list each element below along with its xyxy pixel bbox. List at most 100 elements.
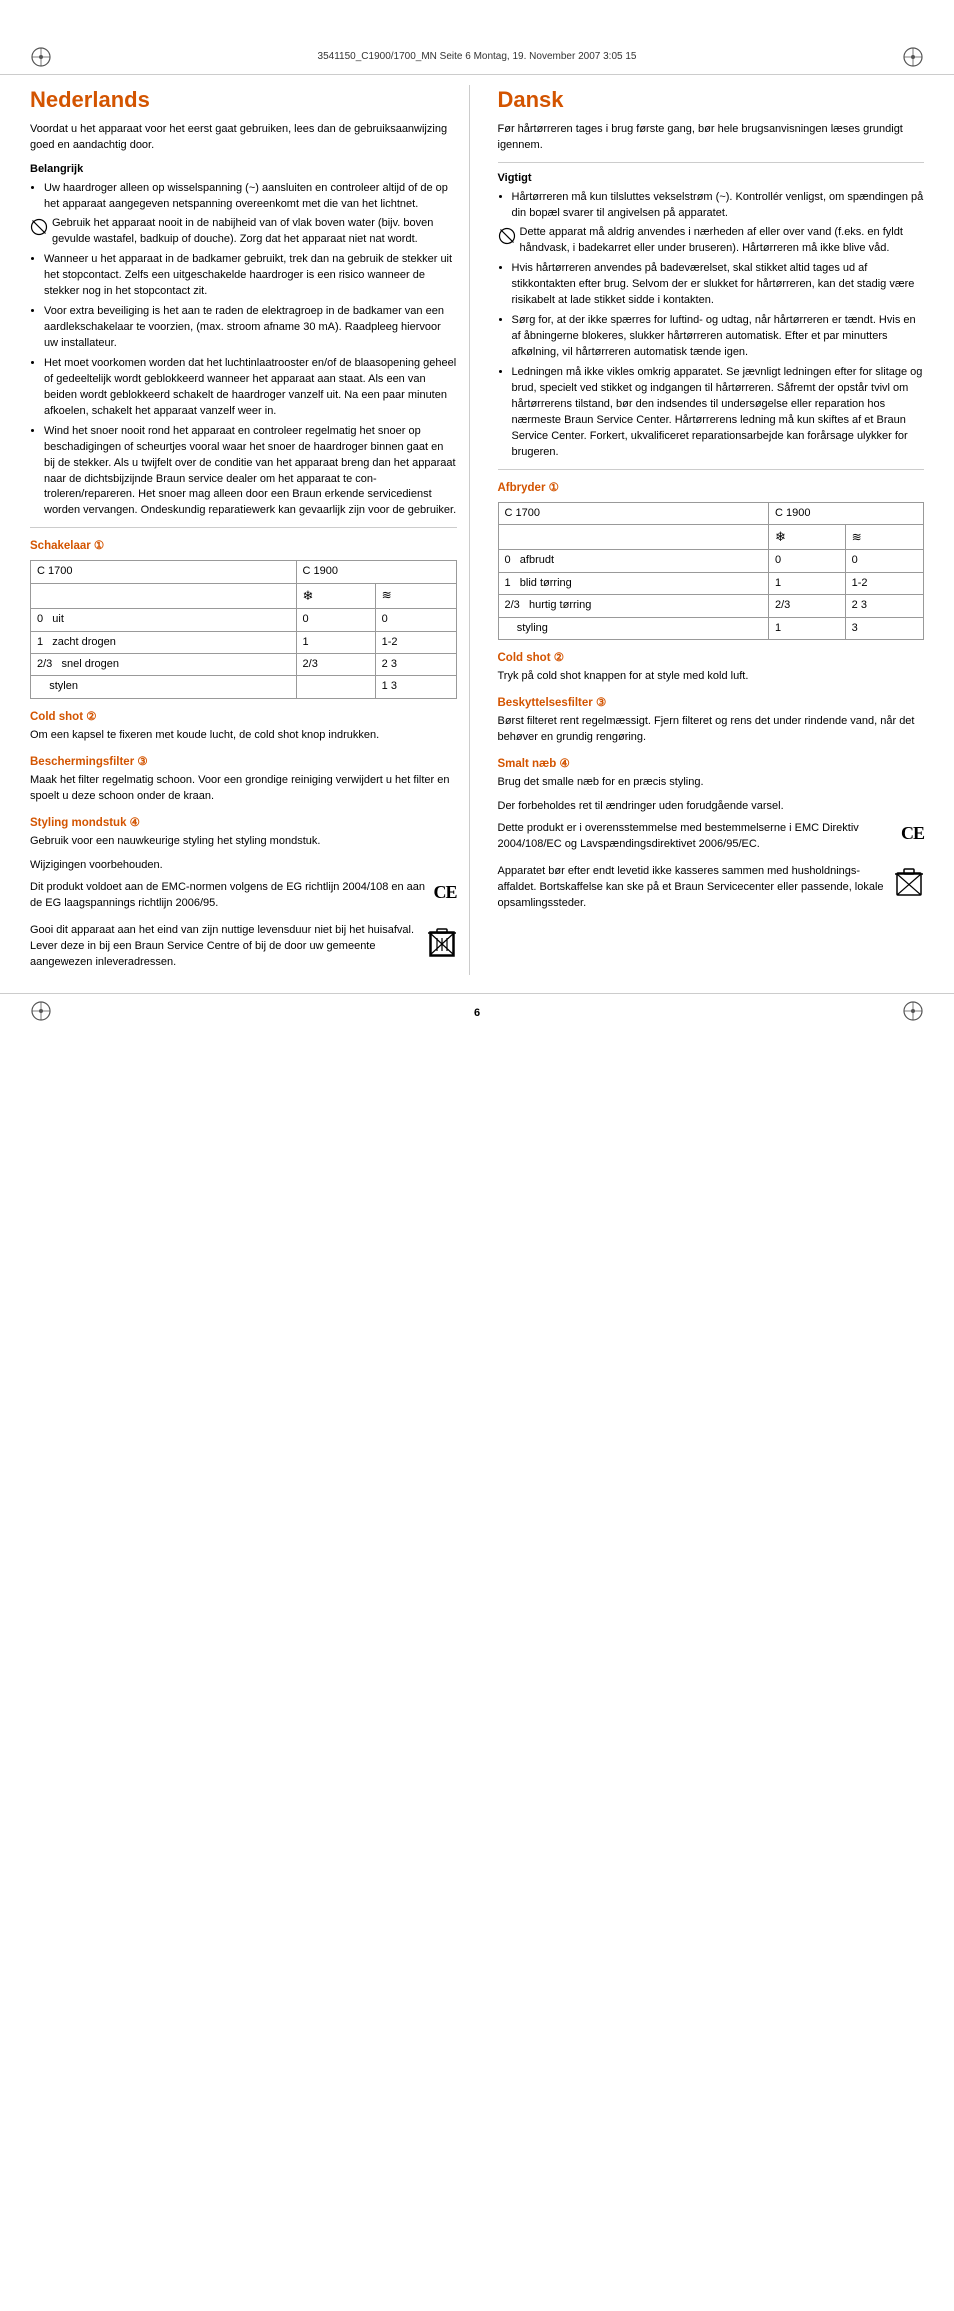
list-item: Wanneer u het apparaat in de badkamer ge…: [44, 252, 457, 300]
table-cell: 1 zacht drogen: [31, 631, 297, 653]
table-cell: [31, 583, 297, 608]
left-important-title: Belangrijk: [30, 162, 457, 178]
table-cell: 2 3: [375, 654, 456, 676]
table-cell: 0: [845, 550, 923, 572]
table-cell: 1: [768, 617, 845, 639]
right-intro: Før hårtørreren tages i brug første gang…: [498, 122, 925, 154]
table-row: C 1700 C 1900: [498, 502, 924, 524]
table-row: styling 1 3: [498, 617, 924, 639]
trash-icon-right: [894, 866, 924, 898]
right-filter-text: Børst filteret rent regelmæssigt. Fjern …: [498, 714, 925, 746]
header-text: 3541150_C1900/1700_MN Seite 6 Montag, 19…: [318, 50, 637, 64]
divider-right-0: [498, 162, 925, 163]
main-columns: Nederlands Voordat u het apparaat voor h…: [0, 85, 954, 975]
list-item: Wind het snoer nooit rond het apparaat e…: [44, 424, 457, 520]
table-cell: C 1700: [31, 561, 297, 583]
table-row: 1 zacht drogen 1 1-2: [31, 631, 457, 653]
table-cell: 2/3 snel drogen: [31, 654, 297, 676]
table-row: stylen 1 3: [31, 676, 457, 698]
left-filter-text: Maak het filter regelmatig schoon. Voor …: [30, 773, 457, 805]
list-item: Het moet voorkomen worden dat het luchti…: [44, 356, 457, 420]
corner-crosshair-left: [30, 46, 52, 68]
table-cell: 3: [845, 617, 923, 639]
table-cell: styling: [498, 617, 768, 639]
left-cold-shot-title: Cold shot ②: [30, 709, 457, 725]
table-cell: C 1900: [768, 502, 923, 524]
table-cell: 0 afbrudt: [498, 550, 768, 572]
table-cell: C 1700: [498, 502, 768, 524]
left-disposal-block: Gooi dit apparaat aan het eind van zijn …: [30, 923, 457, 976]
right-disposal-block: Apparatet bør efter endt levetid ikke ka…: [498, 864, 925, 917]
list-item: Gebruik het apparaat nooit in de nabijhe…: [30, 216, 457, 248]
table-cell: 2/3: [768, 595, 845, 617]
table-cell: 1-2: [375, 631, 456, 653]
right-switch-title: Afbryder ①: [498, 480, 925, 496]
snowflake-icon-right: ❄: [775, 529, 786, 544]
table-cell: ❄: [296, 583, 375, 608]
table-cell: 1 3: [375, 676, 456, 698]
left-switch-title: Schakelaar ①: [30, 538, 457, 554]
left-intro: Voordat u het apparaat voor het eerst ga…: [30, 122, 457, 154]
table-row: 0 afbrudt 0 0: [498, 550, 924, 572]
trash-icon-left: [427, 925, 457, 957]
table-row: ❄ ≋: [31, 583, 457, 608]
left-bullet-list: Uw haardroger alleen op wisselspanning (…: [44, 181, 457, 520]
right-bullet-list: Hårtørreren må kun tilsluttes vekselstrø…: [512, 190, 925, 461]
snowflake-icon: ❄: [303, 588, 314, 603]
table-cell: 1: [768, 572, 845, 594]
right-cold-shot-text: Tryk på cold shot knappen for at style m…: [498, 669, 925, 685]
list-item: Hvis hårtørreren anvendes på badeværelse…: [512, 261, 925, 309]
right-nozzle-text: Brug det smalle næb for en præcis stylin…: [498, 775, 925, 791]
table-cell: 1: [296, 631, 375, 653]
ce-logo-right: CE: [901, 821, 924, 846]
left-styling-text: Gebruik voor een nauwkeurige styling het…: [30, 834, 457, 850]
footer-bar: 6: [0, 993, 954, 1033]
page: 3541150_C1900/1700_MN Seite 6 Montag, 19…: [0, 0, 954, 2311]
list-item: Voor extra beveiliging is het aan te rad…: [44, 304, 457, 352]
wind-icon: ≋: [382, 588, 392, 602]
right-ce-text1: Dette produkt er i overensstemmelse med …: [498, 821, 893, 853]
table-cell: stylen: [31, 676, 297, 698]
table-cell: 0: [296, 609, 375, 631]
list-item: Ledningen må ikke vikles omkrig apparate…: [512, 365, 925, 461]
list-item: Sørg for, at der ikke spærres for luftin…: [512, 313, 925, 361]
left-cold-shot-text: Om een kapsel te fixeren met koude lucht…: [30, 728, 457, 744]
corner-crosshair-footer-left: [30, 1000, 52, 1027]
list-item: Uw haardroger alleen op wisselspanning (…: [44, 181, 457, 213]
left-filter-title: Beschermingsfilter ③: [30, 754, 457, 770]
wind-icon-right: ≋: [852, 530, 862, 544]
right-ce-block: Dette produkt er i overensstemmelse med …: [498, 821, 925, 858]
left-ce-block: Dit produkt voldoet aan de EMC-normen vo…: [30, 880, 457, 917]
left-title: Nederlands: [30, 85, 457, 116]
right-cold-shot-title: Cold shot ②: [498, 650, 925, 666]
table-cell: 1 blid tørring: [498, 572, 768, 594]
table-cell: [296, 676, 375, 698]
left-changes-note: Wijzigingen voorbehouden.: [30, 858, 457, 874]
corner-crosshair-right: [902, 46, 924, 68]
table-cell: 0: [375, 609, 456, 631]
table-cell: 0 uit: [31, 609, 297, 631]
right-switch-table: C 1700 C 1900 ❄ ≋ 0 afbrudt 0 0: [498, 502, 925, 640]
ce-logo-left: CE: [433, 880, 456, 905]
table-cell: ❄: [768, 525, 845, 550]
header-bar: 3541150_C1900/1700_MN Seite 6 Montag, 19…: [0, 40, 954, 75]
list-item: Hårtørreren må kun tilsluttes vekselstrø…: [512, 190, 925, 222]
table-cell: 0: [768, 550, 845, 572]
right-filter-title: Beskyttelsesfilter ③: [498, 695, 925, 711]
table-row: 2/3 hurtig tørring 2/3 2 3: [498, 595, 924, 617]
left-disposal-text: Gooi dit apparaat aan het eind van zijn …: [30, 923, 419, 971]
no-water-icon-right: [498, 227, 516, 251]
right-disposal-text: Apparatet bør efter endt levetid ikke ka…: [498, 864, 887, 912]
left-ce-text: Dit produkt voldoet aan de EMC-normen vo…: [30, 880, 425, 912]
divider-left-1: [30, 527, 457, 528]
table-row: 1 blid tørring 1 1-2: [498, 572, 924, 594]
divider-right-1: [498, 469, 925, 470]
right-important-title: Vigtigt: [498, 171, 925, 187]
table-row: 2/3 snel drogen 2/3 2 3: [31, 654, 457, 676]
table-cell: ≋: [375, 583, 456, 608]
right-changes-note: Der forbeholdes ret til ændringer uden f…: [498, 799, 925, 815]
table-row: C 1700 C 1900: [31, 561, 457, 583]
left-column: Nederlands Voordat u het apparaat voor h…: [30, 85, 470, 975]
corner-crosshair-footer-right: [902, 1000, 924, 1027]
left-switch-table: C 1700 C 1900 ❄ ≋ 0 uit 0 0: [30, 560, 457, 698]
